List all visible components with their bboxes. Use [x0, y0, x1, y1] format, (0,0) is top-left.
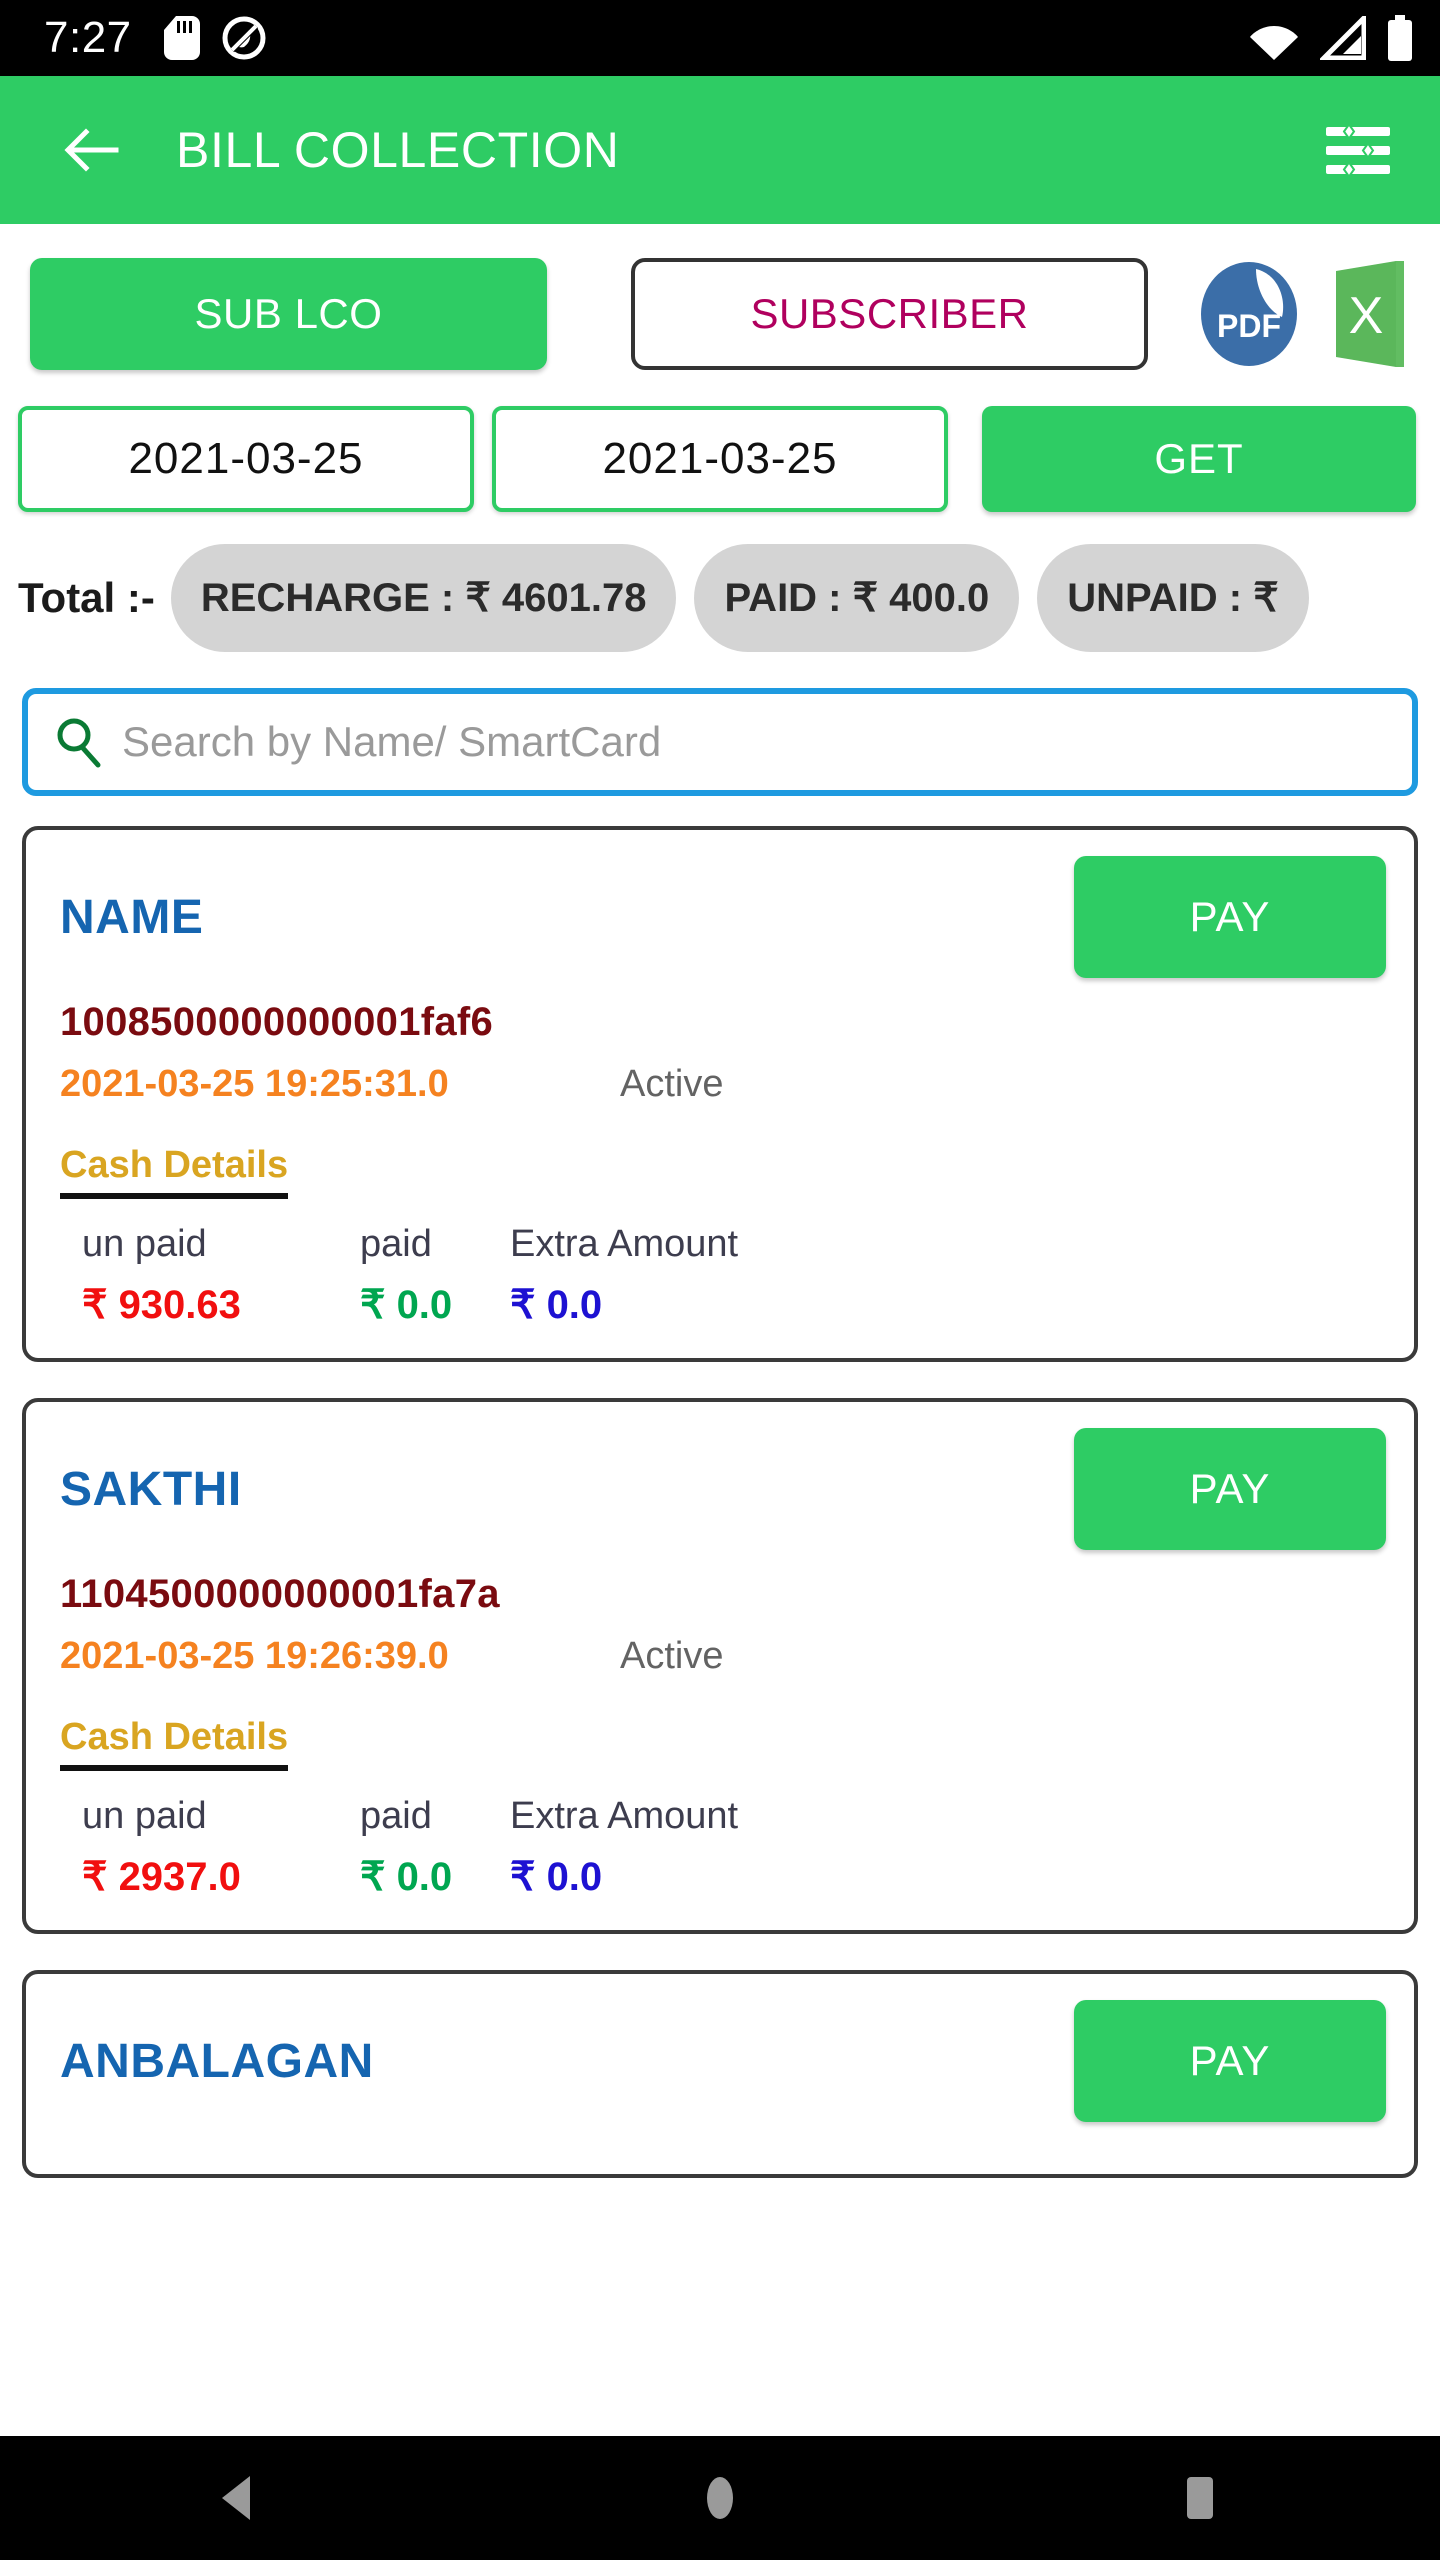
unpaid-value: ₹ 2937.0 — [82, 1855, 241, 1899]
android-q-icon — [222, 16, 266, 60]
bill-cards-list: NAME PAY 1008500000000001faf6 2021-03-25… — [0, 796, 1440, 2178]
extra-header: Extra Amount — [510, 1223, 739, 1265]
pay-button[interactable]: PAY — [1074, 856, 1386, 978]
paid-header: paid — [360, 1223, 432, 1265]
search-section — [0, 652, 1440, 796]
table-row[interactable]: SAKTHI PAY 1104500000000001fa7a 2021-03-… — [22, 1398, 1418, 1934]
nav-home-button[interactable] — [620, 2436, 820, 2560]
svg-text:X: X — [1349, 287, 1384, 345]
from-date-field[interactable]: 2021-03-25 — [18, 406, 474, 512]
status-bar: 7:27 — [0, 0, 1440, 76]
bill-datetime: 2021-03-25 19:25:31.0 — [60, 1063, 449, 1105]
amounts-table: un paid ₹ 2937.0 paid ₹ 0.0 Extra Amount… — [60, 1795, 1386, 1900]
sdcard-icon — [163, 16, 200, 60]
paid-column: paid ₹ 0.0 — [360, 1795, 510, 1900]
totals-row: Total :- RECHARGE : ₹ 4601.78 PAID : ₹ 4… — [0, 512, 1440, 652]
wifi-icon — [1250, 26, 1298, 60]
to-date-field[interactable]: 2021-03-25 — [492, 406, 948, 512]
paid-value: ₹ 0.0 — [360, 1855, 453, 1899]
status-badge: Active — [620, 1635, 724, 1677]
page-content: SUB LCO SUBSCRIBER PDF X 2021-03-25 2021… — [0, 224, 1440, 2436]
android-nav-bar — [0, 2436, 1440, 2560]
extra-header: Extra Amount — [510, 1795, 739, 1837]
app-bar: BILL COLLECTION — [0, 76, 1440, 224]
table-row[interactable]: ANBALAGAN PAY — [22, 1970, 1418, 2178]
sub-lco-button[interactable]: SUB LCO — [30, 258, 547, 370]
cash-details-title: Cash Details — [60, 1716, 289, 1771]
nav-recents-button[interactable] — [1100, 2436, 1300, 2560]
unpaid-column: un paid ₹ 930.63 — [60, 1223, 360, 1328]
nav-recents-icon — [1187, 2477, 1213, 2519]
cash-details-title: Cash Details — [60, 1144, 289, 1199]
pdf-export-icon[interactable]: PDF — [1194, 259, 1304, 369]
phone-screen: 7:27 BILL COLLECTION SUB LCO SUBSCRIBER … — [0, 0, 1440, 2560]
card-meta-row: 2021-03-25 19:25:31.0 Active — [60, 1063, 1386, 1106]
svg-text:PDF: PDF — [1217, 308, 1281, 344]
smartcard-number: 1008500000000001faf6 — [60, 1000, 494, 1044]
extra-column: Extra Amount ₹ 0.0 — [510, 1795, 870, 1900]
unpaid-header: un paid — [82, 1223, 207, 1265]
unpaid-header: un paid — [82, 1795, 207, 1837]
nav-back-icon — [222, 2476, 250, 2520]
total-recharge-chip[interactable]: RECHARGE : ₹ 4601.78 — [170, 544, 677, 652]
status-left-icons — [163, 16, 266, 60]
page-title: BILL COLLECTION — [176, 122, 620, 178]
card-meta-row: 2021-03-25 19:26:39.0 Active — [60, 1635, 1386, 1678]
date-filter-row: 2021-03-25 2021-03-25 GET — [0, 370, 1440, 512]
bill-datetime: 2021-03-25 19:26:39.0 — [60, 1635, 449, 1677]
table-row[interactable]: NAME PAY 1008500000000001faf6 2021-03-25… — [22, 826, 1418, 1362]
back-arrow-icon[interactable] — [62, 121, 120, 179]
extra-value: ₹ 0.0 — [510, 1283, 603, 1327]
customer-name: NAME — [60, 891, 204, 944]
card-header: NAME PAY — [60, 856, 1386, 978]
subscriber-button[interactable]: SUBSCRIBER — [630, 258, 1148, 370]
status-badge: Active — [620, 1063, 724, 1105]
cash-details-wrap: Cash Details — [60, 1144, 289, 1199]
search-box[interactable] — [22, 688, 1418, 796]
customer-name: SAKTHI — [60, 1463, 242, 1516]
nav-back-button[interactable] — [140, 2436, 340, 2560]
get-button[interactable]: GET — [982, 406, 1416, 512]
battery-icon — [1388, 15, 1412, 61]
search-icon — [57, 718, 101, 768]
pay-button[interactable]: PAY — [1074, 1428, 1386, 1550]
amounts-table: un paid ₹ 930.63 paid ₹ 0.0 Extra Amount… — [60, 1223, 1386, 1328]
search-input[interactable] — [122, 718, 1388, 766]
tune-filter-icon[interactable] — [1322, 114, 1394, 186]
extra-value: ₹ 0.0 — [510, 1855, 603, 1899]
pay-button[interactable]: PAY — [1074, 2000, 1386, 2122]
customer-name: ANBALAGAN — [60, 2035, 374, 2088]
paid-value: ₹ 0.0 — [360, 1283, 453, 1327]
excel-export-icon[interactable]: X — [1330, 259, 1440, 369]
cash-details-wrap: Cash Details — [60, 1716, 289, 1771]
totals-label: Total :- — [18, 574, 155, 621]
paid-header: paid — [360, 1795, 432, 1837]
smartcard-number: 1104500000000001fa7a — [60, 1572, 500, 1616]
unpaid-value: ₹ 930.63 — [82, 1283, 241, 1327]
segment-export-row: SUB LCO SUBSCRIBER PDF X — [0, 224, 1440, 370]
status-clock: 7:27 — [44, 13, 132, 62]
card-header: SAKTHI PAY — [60, 1428, 1386, 1550]
paid-column: paid ₹ 0.0 — [360, 1223, 510, 1328]
cellular-signal-icon — [1320, 16, 1366, 60]
extra-column: Extra Amount ₹ 0.0 — [510, 1223, 870, 1328]
total-paid-chip[interactable]: PAID : ₹ 400.0 — [694, 544, 1020, 652]
total-unpaid-chip[interactable]: UNPAID : ₹ — [1037, 544, 1309, 652]
card-header: ANBALAGAN PAY — [60, 2000, 1386, 2122]
status-right-icons — [1248, 15, 1414, 61]
nav-home-icon — [707, 2477, 733, 2519]
unpaid-column: un paid ₹ 2937.0 — [60, 1795, 360, 1900]
